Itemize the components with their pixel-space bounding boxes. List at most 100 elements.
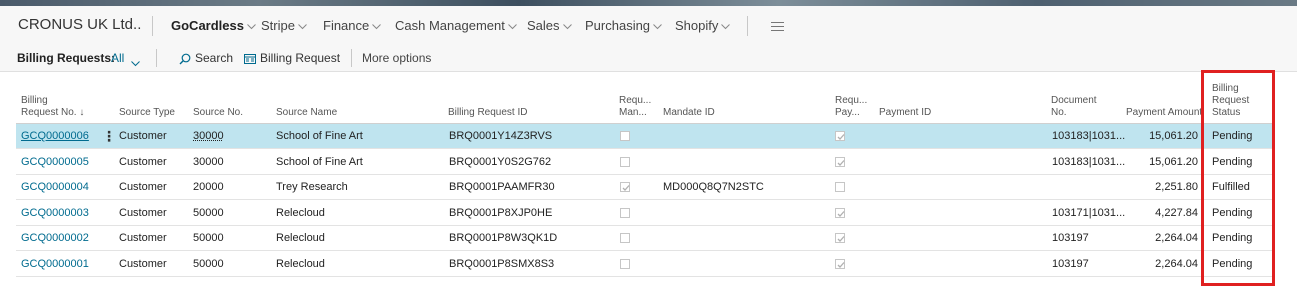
view-filter-dropdown[interactable]: All xyxy=(111,51,140,66)
source-type-cell: Customer xyxy=(119,232,167,245)
chevron-down-icon xyxy=(653,23,662,30)
column-header-billing-request-status[interactable]: Billing Request Status xyxy=(1212,83,1249,119)
billing-request-no-link[interactable]: GCQ0000005 xyxy=(21,156,89,168)
nav-item-gocardless[interactable]: GoCardless xyxy=(171,18,256,33)
mandate-id-cell: MD000Q8Q7N2STC xyxy=(663,181,764,194)
request-mandate-checkbox[interactable] xyxy=(620,233,630,244)
chevron-down-icon xyxy=(247,23,256,30)
nav-item-purchasing[interactable]: Purchasing xyxy=(585,18,662,33)
request-payment-checkbox[interactable] xyxy=(835,259,845,269)
payment-amount-cell: 2,264.04 xyxy=(1155,232,1198,245)
source-name-cell: Relecloud xyxy=(276,206,325,219)
nav-divider xyxy=(747,16,748,36)
column-header-payment-id[interactable]: Payment ID xyxy=(879,107,931,119)
nav-item-shopify[interactable]: Shopify xyxy=(675,18,731,33)
chevron-down-icon xyxy=(298,23,307,30)
top-navigation-bar: CRONUS UK Ltd.. GoCardless Stripe Finance C… xyxy=(0,6,1297,44)
column-header-request-mandate[interactable]: Requ... Man... xyxy=(619,95,651,119)
search-icon xyxy=(179,53,191,65)
billing-request-no-link[interactable]: GCQ0000003 xyxy=(21,207,89,219)
source-type-cell: Customer xyxy=(119,181,167,194)
more-options-button[interactable]: More options xyxy=(362,51,431,65)
request-mandate-checkbox[interactable] xyxy=(620,131,630,141)
nav-item-label: Cash Management xyxy=(395,18,505,33)
document-no-cell: 103183|1031... xyxy=(1052,130,1126,142)
source-no-cell: 20000 xyxy=(193,181,224,194)
billing-request-status-cell: Fulfilled xyxy=(1212,181,1250,194)
chevron-down-icon xyxy=(721,23,731,30)
billing-request-id-cell: BRQ0001P8XJP0HE xyxy=(449,206,553,219)
source-name-cell: Relecloud xyxy=(276,258,325,270)
search-button[interactable]: Search xyxy=(179,51,233,65)
source-type-cell: Customer xyxy=(119,206,167,219)
nav-item-label: Stripe xyxy=(261,18,295,33)
request-payment-checkbox[interactable] xyxy=(835,156,845,167)
table-row[interactable]: GCQ0000002 Customer 50000 Relecloud BRQ0001P… xyxy=(16,226,1272,252)
source-no-cell: 50000 xyxy=(193,232,224,245)
table-row[interactable]: GCQ0000003 Customer 50000 Relecloud BRQ0001P… xyxy=(16,201,1272,226)
billing-request-no-link[interactable]: GCQ0000006 xyxy=(21,130,89,142)
document-no-cell: 103197 xyxy=(1052,232,1089,245)
column-header-mandate-id[interactable]: Mandate ID xyxy=(663,107,715,119)
row-actions-icon[interactable]: ⋮ xyxy=(102,128,116,145)
request-mandate-checkbox[interactable] xyxy=(620,156,630,167)
document-no-cell: 103171|1031... xyxy=(1052,206,1126,219)
company-name[interactable]: CRONUS UK Ltd.. xyxy=(18,16,141,33)
payment-amount-cell: 4,227.84 xyxy=(1155,206,1198,219)
chevron-down-icon xyxy=(372,23,382,30)
source-name-cell: School of Fine Art xyxy=(276,130,363,142)
payment-amount-cell: 2,264.04 xyxy=(1155,258,1198,270)
request-mandate-checkbox[interactable] xyxy=(620,259,630,269)
nav-item-sales[interactable]: Sales xyxy=(527,18,572,33)
payment-amount-cell: 2,251.80 xyxy=(1155,181,1198,194)
nav-item-finance[interactable]: Finance xyxy=(323,18,382,33)
column-header-billing-request-no[interactable]: Billing Request No. ↓ xyxy=(21,95,84,119)
chevron-down-icon xyxy=(562,23,572,30)
table-row[interactable]: GCQ0000005 Customer 30000 School of Fine Ar… xyxy=(16,150,1272,175)
hamburger-icon[interactable] xyxy=(771,22,784,34)
column-header-document-no[interactable]: Document No. xyxy=(1051,95,1097,119)
billing-request-id-cell: BRQ0001PAAMFR30 xyxy=(449,181,555,194)
source-no-cell: 30000 xyxy=(193,155,224,168)
column-header-payment-amount[interactable]: Payment Amount xyxy=(1126,107,1202,119)
request-payment-checkbox[interactable] xyxy=(835,131,845,141)
payment-amount-cell: 15,061.20 xyxy=(1149,130,1198,142)
request-payment-checkbox[interactable] xyxy=(835,182,845,193)
source-no-cell[interactable]: 30000 xyxy=(193,130,224,142)
billing-request-icon xyxy=(244,53,256,64)
table-row[interactable]: GCQ0000004 Customer 20000 Trey Research BRQ0… xyxy=(16,175,1272,201)
billing-request-id-cell: BRQ0001P8W3QK1D xyxy=(449,232,558,245)
billing-request-no-link[interactable]: GCQ0000002 xyxy=(21,232,89,244)
column-header-source-name[interactable]: Source Name xyxy=(276,107,337,119)
billing-request-id-cell: BRQ0001P8SMX8S3 xyxy=(449,258,555,270)
billing-request-button[interactable]: Billing Request xyxy=(244,51,340,65)
request-mandate-checkbox[interactable] xyxy=(620,207,630,218)
billing-request-status-cell: Pending xyxy=(1212,258,1253,270)
request-payment-checkbox[interactable] xyxy=(835,207,845,218)
nav-item-stripe[interactable]: Stripe xyxy=(261,18,307,33)
nav-item-label: GoCardless xyxy=(171,18,244,33)
search-label: Search xyxy=(195,51,234,65)
nav-item-label: Sales xyxy=(527,18,560,33)
table-row[interactable]: GCQ0000006 ⋮ Customer 30000 School of Fine A… xyxy=(16,124,1272,149)
source-no-cell: 50000 xyxy=(193,206,224,219)
column-header-request-payment[interactable]: Requ... Pay... xyxy=(835,95,867,119)
request-mandate-checkbox[interactable] xyxy=(620,182,630,193)
document-no-cell: 103197 xyxy=(1052,258,1089,270)
billing-request-no-link[interactable]: GCQ0000001 xyxy=(21,258,89,270)
payment-amount-cell: 15,061.20 xyxy=(1149,155,1198,168)
billing-request-label: Billing Request xyxy=(260,51,341,65)
action-divider xyxy=(156,49,157,67)
billing-request-status-cell: Pending xyxy=(1212,206,1253,219)
source-type-cell: Customer xyxy=(119,258,167,270)
billing-request-no-link[interactable]: GCQ0000004 xyxy=(21,181,89,193)
action-bar: Billing Requests: All Search Billing Req… xyxy=(0,44,1297,72)
nav-item-label: Finance xyxy=(323,18,370,33)
request-payment-checkbox[interactable] xyxy=(835,233,845,244)
column-header-billing-request-id[interactable]: Billing Request ID xyxy=(448,107,527,119)
nav-item-cash-management[interactable]: Cash Management xyxy=(395,18,517,33)
column-header-source-type[interactable]: Source Type xyxy=(119,107,175,119)
billing-request-status-cell: Pending xyxy=(1212,232,1253,245)
table-row[interactable]: GCQ0000001 Customer 50000 Relecloud BRQ0001P… xyxy=(16,252,1272,277)
column-header-source-no[interactable]: Source No. xyxy=(193,107,243,119)
